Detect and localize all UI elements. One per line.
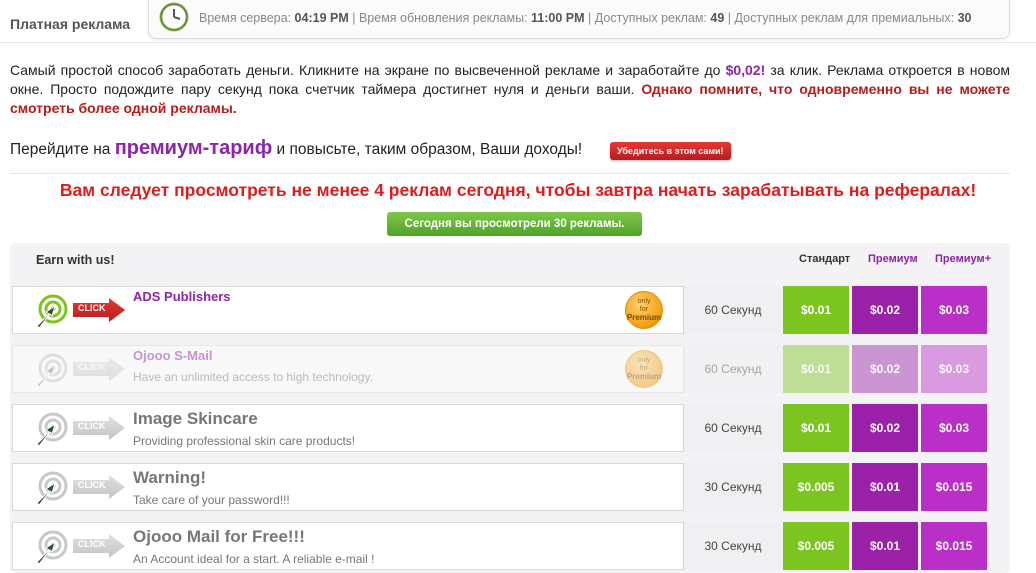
click-arrow-icon: CLICK — [71, 298, 127, 322]
badge-text: Premium — [626, 313, 662, 322]
premium-ads-label: Доступных реклам для премиальных: — [734, 11, 955, 25]
click-arrow-icon: CLICK — [71, 357, 127, 381]
price-premium-plus: $0.03 — [921, 286, 987, 334]
viewed-today-badge: Сегодня вы просмотрели 30 рекламы. — [387, 212, 642, 236]
premium-tariff-link[interactable]: премиум-тариф — [115, 137, 273, 159]
target-icon — [29, 411, 73, 447]
target-icon — [29, 293, 73, 329]
stats-separator: | — [352, 11, 356, 25]
ad-row: CLICK Image Skincare Providing professiona… — [12, 404, 998, 452]
ad-description: Have an unlimited access to high technol… — [133, 370, 373, 384]
price-standard: $0.01 — [783, 404, 849, 452]
ad-description: Providing professional skin care product… — [133, 434, 356, 448]
ad-row: CLICK Ojooo S-Mail Have an unlimited acces… — [12, 345, 998, 393]
price-premium-plus: $0.015 — [921, 522, 987, 570]
premium-promo-after: и повысьте, таким образом, Ваши доходы! — [276, 141, 583, 158]
stats-separator: | — [588, 11, 592, 25]
ad-link[interactable]: CLICK ADS Publishers only for Premium — [12, 286, 684, 334]
ad-duration: 60 Секунд — [684, 345, 782, 393]
ad-title: Ojooo Mail for Free!!! — [133, 527, 305, 546]
referral-notice: Вам следует просмотреть не менее 4 рекла… — [59, 180, 977, 200]
ads-panel-title: Earn with us! — [36, 253, 115, 267]
ad-row: CLICK Ojooo Mail for Free!!! An Account id… — [12, 522, 998, 570]
price-premium-plus: $0.03 — [921, 404, 987, 452]
server-time-label: Время сервера: — [199, 11, 292, 25]
server-stats-text: Время сервера: 04:19 PM | Время обновлен… — [199, 11, 972, 25]
badge-text: Premium — [626, 372, 662, 381]
badge-text: for — [639, 365, 649, 372]
target-icon — [29, 529, 73, 565]
premium-ads-value: 30 — [957, 11, 972, 25]
ad-duration: 30 Секунд — [684, 522, 782, 570]
premium-promo-before: Перейдите на — [10, 141, 111, 158]
price-premium-plus: $0.015 — [921, 463, 987, 511]
click-label: CLICK — [78, 480, 106, 490]
ad-description: An Account ideal for a start. A reliable… — [133, 552, 375, 566]
server-stats-bar: Время сервера: 04:19 PM | Время обновлен… — [148, 0, 1010, 39]
page-title: Платная реклама — [10, 16, 131, 32]
price-premium: $0.02 — [852, 404, 918, 452]
available-ads-value: 49 — [710, 11, 725, 25]
ad-link[interactable]: CLICK Image Skincare Providing professiona… — [12, 404, 684, 452]
header-divider — [0, 42, 1036, 43]
section-divider — [10, 173, 1010, 174]
ad-duration: 60 Секунд — [684, 286, 782, 334]
ad-description: Take care of your password!!! — [133, 493, 290, 507]
badge-text: only — [637, 357, 651, 364]
price-standard: $0.005 — [783, 522, 849, 570]
price-premium: $0.01 — [852, 522, 918, 570]
max-price: $0,02! — [725, 62, 766, 78]
available-ads-label: Доступных реклам: — [594, 11, 707, 25]
target-icon — [29, 470, 73, 506]
premium-only-badge: only for Premium — [625, 291, 663, 329]
ad-title: Warning! — [133, 468, 207, 487]
ad-row: CLICK Warning! Take care of your password!… — [12, 463, 998, 511]
price-premium: $0.02 — [852, 286, 918, 334]
see-for-yourself-button[interactable]: Убедитесь в этом сами! — [610, 142, 731, 160]
stats-separator: | — [727, 11, 732, 25]
premium-only-badge: only for Premium — [625, 350, 663, 388]
ad-title: ADS Publishers — [133, 289, 231, 304]
badge-text: for — [639, 306, 649, 313]
server-time-value: 04:19 PM — [294, 11, 349, 25]
price-premium: $0.02 — [852, 345, 918, 393]
premium-promo: Перейдите на премиум-тариф и повысьте, т… — [10, 137, 582, 160]
clock-icon — [159, 2, 189, 32]
price-premium-plus: $0.03 — [921, 345, 987, 393]
click-label: CLICK — [78, 362, 106, 372]
price-premium: $0.01 — [852, 463, 918, 511]
target-icon — [29, 352, 73, 388]
click-arrow-icon: CLICK — [71, 534, 127, 558]
ad-duration: 30 Секунд — [684, 463, 782, 511]
ad-link[interactable]: CLICK Ojooo S-Mail Have an unlimited acces… — [12, 345, 684, 393]
price-standard: $0.005 — [783, 463, 849, 511]
column-premium: Премиум — [868, 253, 918, 265]
click-label: CLICK — [78, 421, 106, 431]
ad-title: Image Skincare — [133, 409, 258, 428]
ad-title: Ojooo S-Mail — [133, 348, 213, 363]
ad-duration: 60 Секунд — [684, 404, 782, 452]
ad-link[interactable]: CLICK Warning! Take care of your password!… — [12, 463, 684, 511]
ad-link[interactable]: CLICK Ojooo Mail for Free!!! An Account id… — [12, 522, 684, 570]
price-standard: $0.01 — [783, 286, 849, 334]
update-time-label: Время обновления рекламы: — [358, 11, 528, 25]
price-standard: $0.01 — [783, 345, 849, 393]
click-arrow-icon: CLICK — [71, 475, 127, 499]
intro-text: Самый простой способ заработать деньги. … — [10, 62, 721, 78]
update-time-value: 11:00 PM — [531, 11, 585, 25]
click-arrow-icon: CLICK — [71, 416, 127, 440]
column-premium-plus: Премиум+ — [935, 253, 992, 265]
intro-paragraph: Самый простой способ заработать деньги. … — [10, 61, 1010, 118]
ad-row: CLICK ADS Publishers only for Premium 60 Секу… — [12, 286, 998, 334]
click-label: CLICK — [78, 539, 106, 549]
column-standard: Стандарт — [799, 253, 851, 265]
click-label: CLICK — [78, 303, 106, 313]
badge-text: only — [637, 298, 651, 305]
